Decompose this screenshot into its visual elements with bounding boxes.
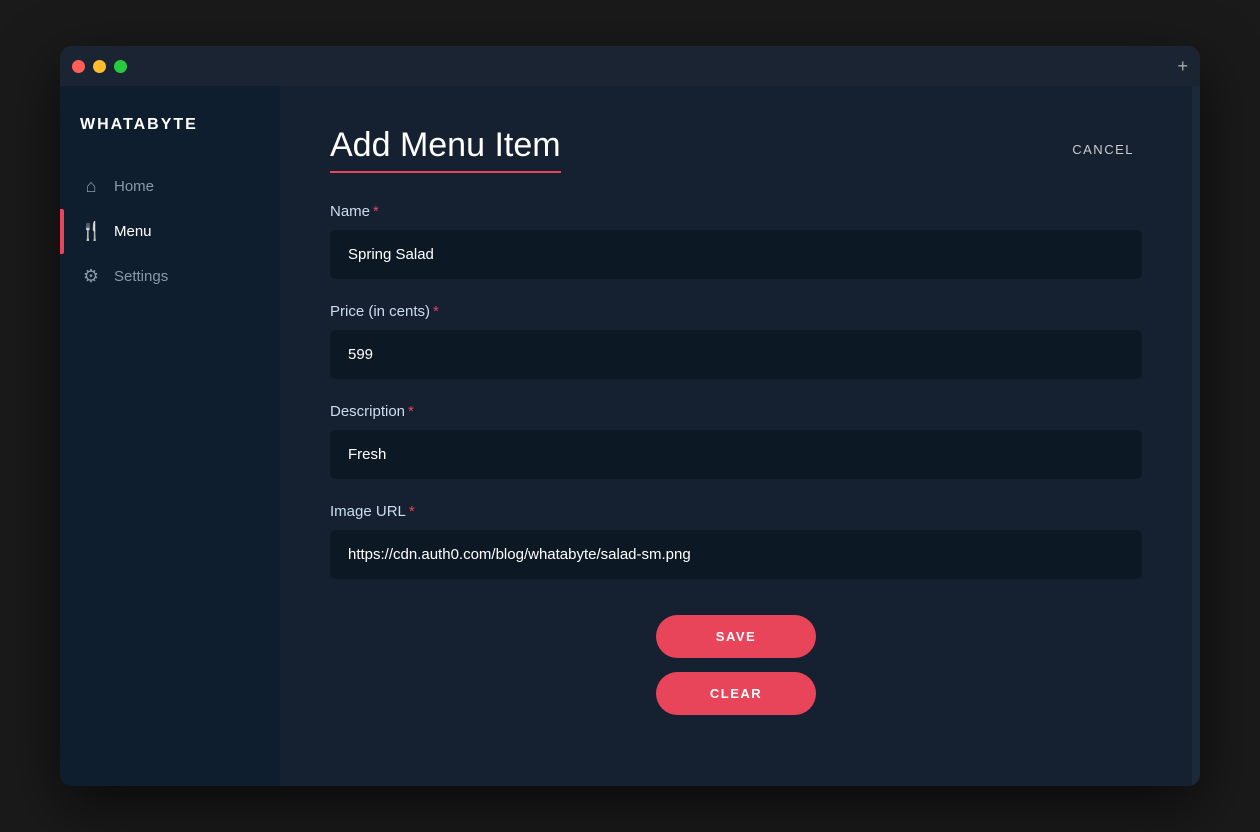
image-url-label: Image URL* (330, 503, 1142, 520)
image-url-input[interactable] (330, 530, 1142, 579)
menu-icon: 🍴 (80, 221, 102, 242)
page-title-wrap: Add Menu Item (330, 126, 561, 173)
sidebar-item-settings[interactable]: ⚙ Settings (60, 254, 280, 299)
description-section: Description* (330, 403, 1142, 479)
page-header: Add Menu Item CANCEL (330, 126, 1142, 173)
description-required: * (408, 403, 414, 420)
main-content: Add Menu Item CANCEL Name* Price (in cen… (280, 86, 1192, 786)
clear-button[interactable]: CLEAR (656, 672, 816, 715)
sidebar-item-label-menu: Menu (114, 223, 152, 240)
logo-text: WHATABYTE (80, 116, 198, 133)
titlebar: + (60, 46, 1200, 86)
description-input[interactable] (330, 430, 1142, 479)
image-url-section: Image URL* (330, 503, 1142, 579)
name-section: Name* (330, 203, 1142, 279)
home-icon: ⌂ (80, 176, 102, 197)
close-button[interactable] (72, 60, 85, 73)
sidebar-nav: ⌂ Home 🍴 Menu ⚙ Settings (60, 164, 280, 299)
maximize-button[interactable] (114, 60, 127, 73)
sidebar-item-home[interactable]: ⌂ Home (60, 164, 280, 209)
cancel-button[interactable]: CANCEL (1064, 134, 1142, 165)
sidebar: WHATABYTE ⌂ Home 🍴 Menu ⚙ Settings (60, 86, 280, 786)
price-input[interactable] (330, 330, 1142, 379)
name-required: * (373, 203, 379, 220)
add-menu-item-form: Name* Price (in cents)* Description* (330, 203, 1142, 715)
sidebar-logo: WHATABYTE (60, 106, 280, 164)
app-body: WHATABYTE ⌂ Home 🍴 Menu ⚙ Settings (60, 86, 1200, 786)
settings-icon: ⚙ (80, 266, 102, 287)
price-label: Price (in cents)* (330, 303, 1142, 320)
sidebar-item-label-settings: Settings (114, 268, 168, 285)
description-label: Description* (330, 403, 1142, 420)
price-required: * (433, 303, 439, 320)
sidebar-item-label-home: Home (114, 178, 154, 195)
save-button[interactable]: SAVE (656, 615, 816, 658)
image-url-required: * (409, 503, 415, 520)
name-input[interactable] (330, 230, 1142, 279)
price-section: Price (in cents)* (330, 303, 1142, 379)
sidebar-item-menu[interactable]: 🍴 Menu (60, 209, 280, 254)
plus-button[interactable]: + (1177, 56, 1188, 77)
minimize-button[interactable] (93, 60, 106, 73)
traffic-lights (72, 60, 127, 73)
scrollbar[interactable] (1192, 86, 1200, 786)
form-buttons: SAVE CLEAR (330, 615, 1142, 715)
page-title: Add Menu Item (330, 126, 561, 165)
name-label: Name* (330, 203, 1142, 220)
app-window: + WHATABYTE ⌂ Home 🍴 Menu ⚙ Settings (60, 46, 1200, 786)
